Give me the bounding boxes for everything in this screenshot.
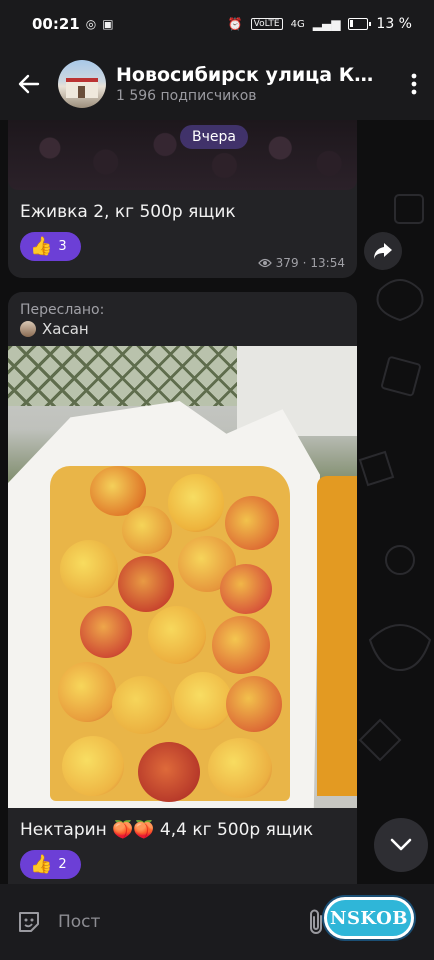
reaction-count: 2 (58, 857, 67, 872)
date-separator: Вчера (180, 125, 248, 149)
reaction-count: 3 (58, 239, 67, 254)
mobile-data-label: 4G (290, 18, 305, 30)
alarm-icon: ⏰ (227, 17, 243, 31)
post-meta: 379 · 13:54 (257, 256, 345, 270)
scroll-to-bottom-button[interactable] (374, 818, 428, 872)
post-text: Еживка 2, кг 500р ящик (20, 202, 236, 222)
watermark-text: NSKOB (324, 897, 414, 939)
forwarded-source[interactable]: Хасан (8, 318, 357, 346)
subscriber-count: 1 596 подписчиков (116, 88, 257, 104)
watermark-logo: NSKOB (322, 888, 416, 948)
messenger-notification-icon: ◎ (85, 17, 97, 31)
battery-icon (348, 18, 372, 30)
reaction-badge[interactable]: 👍 2 (20, 850, 81, 879)
channel-info[interactable]: Новосибирск улица Ка... 1 596 подписчико… (116, 64, 394, 104)
thumbs-up-icon: 👍 (30, 236, 53, 257)
message-input[interactable]: Пост (58, 912, 296, 932)
channel-avatar[interactable] (58, 60, 106, 108)
post-photo-nectarines[interactable] (8, 346, 357, 808)
forward-button[interactable] (364, 232, 402, 270)
reaction-badge[interactable]: 👍 3 (20, 232, 81, 261)
post-text: Нектарин 🍑🍑 4,4 кг 500р ящик (20, 820, 314, 840)
status-bar: 00:21 ◎ ▣ ⏰ VoLTE 4G ▂▄▆ 13 % (0, 0, 434, 48)
battery-percent: 13 % (376, 16, 412, 32)
clock-text: 00:21 (32, 15, 80, 33)
channel-header: Новосибирск улица Ка... 1 596 подписчико… (0, 48, 434, 120)
eye-icon (257, 258, 272, 268)
nfc-icon: ▣ (102, 17, 114, 31)
status-time: 00:21 ◎ ▣ (32, 15, 114, 33)
back-button[interactable] (0, 48, 58, 120)
chevron-down-icon (390, 838, 412, 851)
more-vertical-icon (411, 73, 417, 95)
channel-title: Новосибирск улица Ка... (116, 64, 374, 86)
more-menu-button[interactable] (394, 48, 434, 120)
sticker-icon (19, 912, 39, 932)
arrow-left-icon (18, 74, 40, 94)
thumbs-up-icon: 👍 (30, 854, 53, 875)
post-time: 13:54 (310, 256, 345, 270)
emoji-button[interactable] (0, 909, 58, 935)
signal-icon: ▂▄▆ (312, 17, 341, 31)
view-count: 379 (275, 256, 299, 270)
volte-label: VoLTE (250, 18, 283, 30)
post-card[interactable]: Переслано: Хасан Нектарин 🍑🍑 4,4 кг 500р… (8, 292, 357, 890)
source-name: Хасан (42, 320, 89, 338)
meta-separator: · (302, 256, 307, 270)
message-feed[interactable]: Еживка 2, кг 500р ящик 👍 3 379 · 13:54 В… (0, 120, 434, 890)
forwarded-label: Переслано: (20, 302, 105, 318)
share-arrow-icon (374, 243, 392, 259)
source-avatar (20, 321, 36, 337)
